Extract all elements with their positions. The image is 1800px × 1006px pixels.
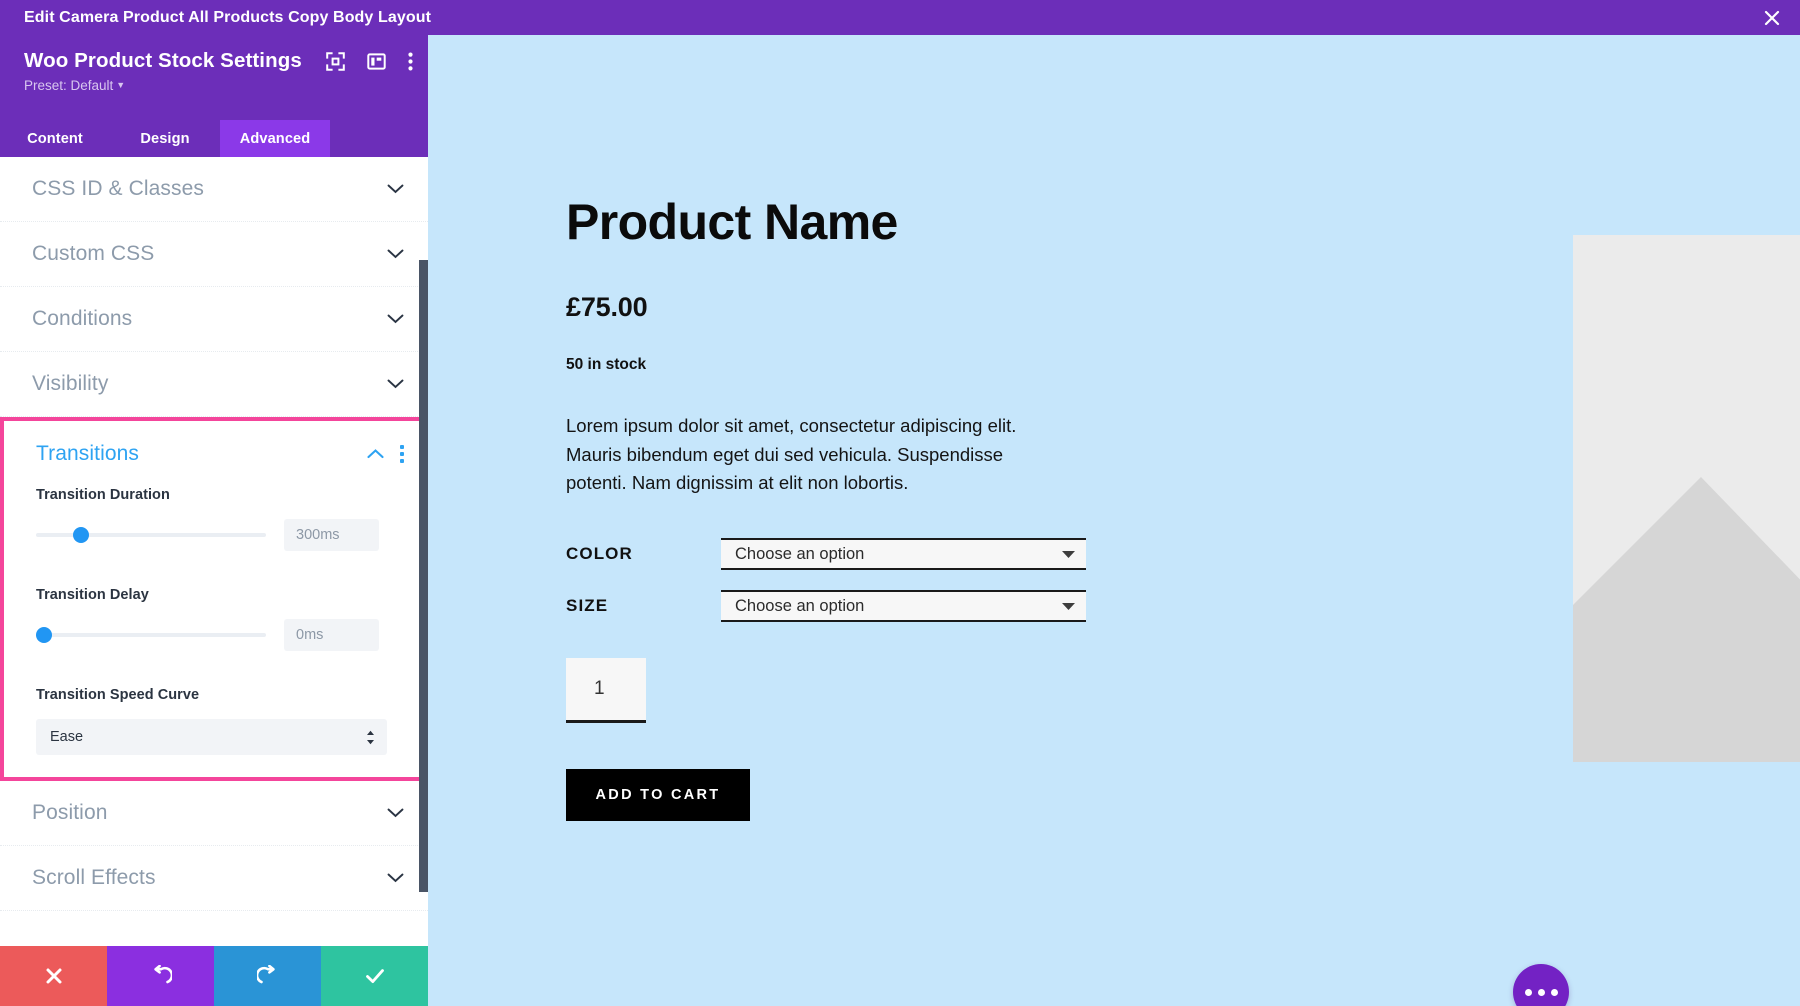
chevron-up-icon[interactable] [367,449,384,459]
field-transition-duration: Transition Duration 300ms [4,487,424,551]
select-stepper-icon [366,730,375,745]
chevron-down-icon [1061,545,1076,564]
cancel-button[interactable] [0,946,107,1006]
section-custom-css[interactable]: Custom CSS [0,222,428,287]
panel-layout-icon[interactable] [367,52,386,71]
field-label: Transition Duration [36,487,170,503]
product-attributes: COLOR Choose an option SIZE Choose an op… [566,538,1126,623]
settings-panel: Woo Product Stock Settings Preset: Defau… [0,35,428,1006]
help-link[interactable]: ? Help [0,911,428,946]
ellipsis-icon [1537,988,1545,996]
attribute-label: SIZE [566,596,609,616]
chevron-down-icon: ▼ [116,80,126,90]
section-scroll-effects[interactable]: Scroll Effects [0,846,428,911]
section-conditions[interactable]: Conditions [0,287,428,352]
field-label: Transition Delay [36,587,149,603]
section-position[interactable]: Position [0,781,428,846]
chevron-down-icon [387,808,404,818]
more-vertical-icon[interactable] [408,52,413,71]
transition-speed-curve-select[interactable]: Ease [36,719,387,755]
section-css-id-classes[interactable]: CSS ID & Classes [0,157,428,222]
product-price: £75.00 [566,292,648,322]
settings-panel-header: Woo Product Stock Settings Preset: Defau… [0,35,428,120]
chevron-down-icon [387,184,404,194]
transition-delay-input[interactable]: 0ms [284,619,379,651]
field-transition-speed-curve: Transition Speed Curve Ease [4,687,424,755]
field-label: Transition Speed Curve [36,687,200,703]
slider-thumb[interactable] [72,527,89,543]
product-image-placeholder [1573,235,1800,762]
close-icon[interactable] [1744,0,1800,35]
tab-content[interactable]: Content [0,120,110,157]
product-stock-status: 50 in stock [566,356,647,373]
slider-track [36,633,266,637]
slider-track [36,533,266,537]
chevron-down-icon [387,314,404,324]
window-title: Edit Camera Product All Products Copy Bo… [24,8,432,26]
select-value: Choose an option [735,596,865,615]
section-visibility[interactable]: Visibility [0,352,428,417]
section-options-icon[interactable] [400,445,404,463]
field-transition-delay: Transition Delay 0ms [4,587,424,651]
quantity-input[interactable]: 1 [566,658,646,724]
chevron-down-icon [1061,597,1076,616]
transition-duration-input[interactable]: 300ms [284,519,379,551]
chevron-down-icon [387,873,404,883]
section-transitions: Transitions Transition Duration 300ms Tr… [0,417,428,781]
section-label: Position [32,801,108,824]
window-titlebar: Edit Camera Product All Products Copy Bo… [0,0,1800,35]
attribute-row-size: SIZE Choose an option [566,590,1126,623]
section-transitions-header[interactable]: Transitions [4,421,424,487]
section-label: Scroll Effects [32,866,156,889]
more-options-fab[interactable] [1513,964,1569,1006]
settings-action-bar [0,946,428,1006]
redo-button[interactable] [214,946,321,1006]
product-description: Lorem ipsum dolor sit amet, consectetur … [566,415,1017,494]
preset-selector[interactable]: Preset: Default ▼ [0,78,125,93]
chevron-down-icon [387,379,404,389]
settings-tabs: Content Design Advanced [0,120,428,157]
panel-scrollbar[interactable] [419,260,428,892]
undo-button[interactable] [107,946,214,1006]
settings-panel-title: Woo Product Stock Settings [24,49,302,72]
app-root: Edit Camera Product All Products Copy Bo… [0,0,1800,1006]
ellipsis-icon [1550,988,1558,996]
chevron-down-icon [387,249,404,259]
attribute-label: COLOR [566,544,633,564]
slider-thumb[interactable] [36,627,52,643]
ellipsis-icon [1524,988,1532,996]
size-select[interactable]: Choose an option [721,590,1086,623]
color-select[interactable]: Choose an option [721,538,1086,571]
settings-panel-header-icons [326,51,413,71]
preset-label: Preset: Default [24,78,114,93]
transition-duration-slider[interactable] [36,524,266,546]
settings-panel-body: CSS ID & Classes Custom CSS Conditions V… [0,157,428,946]
section-label: Visibility [32,372,109,395]
save-button[interactable] [321,946,428,1006]
attribute-row-color: COLOR Choose an option [566,538,1126,571]
select-value: Ease [50,729,84,745]
tab-advanced[interactable]: Advanced [220,120,330,157]
page-preview: Product Name £75.00 50 in stock Lorem ip… [428,35,1800,1006]
section-label: CSS ID & Classes [32,177,204,200]
focus-target-icon[interactable] [326,51,345,71]
product-title: Product Name [566,194,898,250]
section-label: Custom CSS [32,242,155,265]
tab-design[interactable]: Design [110,120,220,157]
add-to-cart-button[interactable]: ADD TO CART [566,769,750,822]
product-details-column: Product Name £75.00 50 in stock Lorem ip… [566,194,1126,822]
section-label: Conditions [32,307,133,330]
section-label: Transitions [36,442,140,465]
transition-delay-slider[interactable] [36,624,266,646]
select-value: Choose an option [735,544,865,563]
